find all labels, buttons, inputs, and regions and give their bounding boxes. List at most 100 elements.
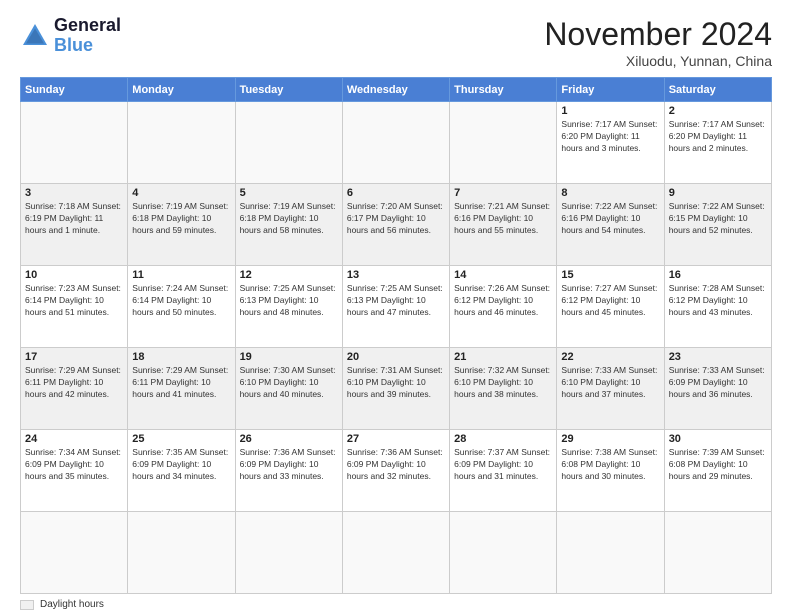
calendar-cell [342,102,449,184]
calendar-cell: 18 Sunrise: 7:29 AM Sunset: 6:11 PM Dayli… [128,348,235,430]
day-number: 19 [240,351,338,363]
day-number: 9 [669,187,767,199]
weekday-header-tuesday: Tuesday [235,78,342,102]
day-info: Sunrise: 7:22 AM Sunset: 6:16 PM Dayligh… [561,201,659,237]
day-number: 17 [25,351,123,363]
calendar-cell: 10Sunrise: 7:23 AM Sunset: 6:14 PM Dayli… [21,266,128,348]
day-number: 28 [454,433,552,445]
calendar-row-1: 1Sunrise: 7:17 AM Sunset: 6:20 PM Daylig… [21,102,772,184]
calendar-row-5: 24 Sunrise: 7:34 AM Sunset: 6:09 PM Dayli… [21,430,772,512]
weekday-header-row: SundayMondayTuesdayWednesdayThursdayFrid… [21,78,772,102]
calendar-cell: 13 Sunrise: 7:25 AM Sunset: 6:13 PM Dayli… [342,266,449,348]
calendar-cell: 29 Sunrise: 7:38 AM Sunset: 6:08 PM Dayli… [557,430,664,512]
day-number: 6 [347,187,445,199]
day-info: Sunrise: 7:35 AM Sunset: 6:09 PM Dayligh… [132,447,230,483]
location: Xiluodu, Yunnan, China [544,53,772,69]
day-number: 4 [132,187,230,199]
day-number: 26 [240,433,338,445]
day-number: 20 [347,351,445,363]
legend-label: Daylight hours [40,599,104,610]
calendar-cell [450,512,557,594]
day-info: Sunrise: 7:19 AM Sunset: 6:18 PM Dayligh… [240,201,338,237]
calendar-cell: 15Sunrise: 7:27 AM Sunset: 6:12 PM Dayli… [557,266,664,348]
day-info: Sunrise: 7:22 AM Sunset: 6:15 PM Dayligh… [669,201,767,237]
calendar-cell: 12 Sunrise: 7:25 AM Sunset: 6:13 PM Dayli… [235,266,342,348]
day-info: Sunrise: 7:36 AM Sunset: 6:09 PM Dayligh… [347,447,445,483]
day-info: Sunrise: 7:21 AM Sunset: 6:16 PM Dayligh… [454,201,552,237]
day-number: 24 [25,433,123,445]
calendar-cell: 25 Sunrise: 7:35 AM Sunset: 6:09 PM Dayli… [128,430,235,512]
calendar-cell: 1Sunrise: 7:17 AM Sunset: 6:20 PM Daylig… [557,102,664,184]
day-info: Sunrise: 7:28 AM Sunset: 6:12 PM Dayligh… [669,283,767,319]
day-info: Sunrise: 7:36 AM Sunset: 6:09 PM Dayligh… [240,447,338,483]
day-info: Sunrise: 7:31 AM Sunset: 6:10 PM Dayligh… [347,365,445,401]
calendar-cell: 8Sunrise: 7:22 AM Sunset: 6:16 PM Daylig… [557,184,664,266]
day-number: 12 [240,269,338,281]
calendar-cell: 27Sunrise: 7:36 AM Sunset: 6:09 PM Dayli… [342,430,449,512]
day-number: 3 [25,187,123,199]
calendar-cell: 19Sunrise: 7:30 AM Sunset: 6:10 PM Dayli… [235,348,342,430]
calendar-cell: 20 Sunrise: 7:31 AM Sunset: 6:10 PM Dayli… [342,348,449,430]
day-info: Sunrise: 7:38 AM Sunset: 6:08 PM Dayligh… [561,447,659,483]
calendar-cell: 16 Sunrise: 7:28 AM Sunset: 6:12 PM Dayli… [664,266,771,348]
day-info: Sunrise: 7:29 AM Sunset: 6:11 PM Dayligh… [132,365,230,401]
day-info: Sunrise: 7:17 AM Sunset: 6:20 PM Dayligh… [669,119,767,155]
calendar-cell: 21 Sunrise: 7:32 AM Sunset: 6:10 PM Dayli… [450,348,557,430]
logo-text: GeneralBlue [54,16,121,56]
day-info: Sunrise: 7:32 AM Sunset: 6:10 PM Dayligh… [454,365,552,401]
day-info: Sunrise: 7:19 AM Sunset: 6:18 PM Dayligh… [132,201,230,237]
day-number: 16 [669,269,767,281]
weekday-header-thursday: Thursday [450,78,557,102]
calendar-table: SundayMondayTuesdayWednesdayThursdayFrid… [20,77,772,594]
calendar-row-2: 3 Sunrise: 7:18 AM Sunset: 6:19 PM Daylig… [21,184,772,266]
day-number: 15 [561,269,659,281]
header: GeneralBlue November 2024 Xiluodu, Yunna… [20,16,772,69]
day-info: Sunrise: 7:26 AM Sunset: 6:12 PM Dayligh… [454,283,552,319]
day-number: 25 [132,433,230,445]
day-info: Sunrise: 7:29 AM Sunset: 6:11 PM Dayligh… [25,365,123,401]
day-info: Sunrise: 7:18 AM Sunset: 6:19 PM Dayligh… [25,201,123,237]
day-number: 30 [669,433,767,445]
title-block: November 2024 Xiluodu, Yunnan, China [544,16,772,69]
day-info: Sunrise: 7:33 AM Sunset: 6:10 PM Dayligh… [561,365,659,401]
day-info: Sunrise: 7:39 AM Sunset: 6:08 PM Dayligh… [669,447,767,483]
calendar-cell [128,102,235,184]
day-info: Sunrise: 7:17 AM Sunset: 6:20 PM Dayligh… [561,119,659,155]
calendar-cell: 4 Sunrise: 7:19 AM Sunset: 6:18 PM Daylig… [128,184,235,266]
calendar-cell: 28Sunrise: 7:37 AM Sunset: 6:09 PM Dayli… [450,430,557,512]
calendar-cell: 5 Sunrise: 7:19 AM Sunset: 6:18 PM Daylig… [235,184,342,266]
calendar-cell [128,512,235,594]
day-number: 5 [240,187,338,199]
day-number: 13 [347,269,445,281]
calendar-cell [21,512,128,594]
day-number: 23 [669,351,767,363]
calendar-cell: 26 Sunrise: 7:36 AM Sunset: 6:09 PM Dayli… [235,430,342,512]
calendar-cell: 7Sunrise: 7:21 AM Sunset: 6:16 PM Daylig… [450,184,557,266]
day-number: 2 [669,105,767,117]
day-info: Sunrise: 7:34 AM Sunset: 6:09 PM Dayligh… [25,447,123,483]
weekday-header-wednesday: Wednesday [342,78,449,102]
month-title: November 2024 [544,16,772,53]
logo: GeneralBlue [20,16,121,56]
calendar-cell [664,512,771,594]
legend-box [20,600,34,610]
day-number: 21 [454,351,552,363]
day-number: 10 [25,269,123,281]
calendar-cell [557,512,664,594]
calendar-cell: 14Sunrise: 7:26 AM Sunset: 6:12 PM Dayli… [450,266,557,348]
calendar-cell: 24 Sunrise: 7:34 AM Sunset: 6:09 PM Dayli… [21,430,128,512]
day-number: 18 [132,351,230,363]
calendar-cell: 11Sunrise: 7:24 AM Sunset: 6:14 PM Dayli… [128,266,235,348]
calendar-cell: 17 Sunrise: 7:29 AM Sunset: 6:11 PM Dayli… [21,348,128,430]
logo-icon [20,21,50,51]
day-info: Sunrise: 7:24 AM Sunset: 6:14 PM Dayligh… [132,283,230,319]
day-info: Sunrise: 7:25 AM Sunset: 6:13 PM Dayligh… [240,283,338,319]
calendar-cell: 30 Sunrise: 7:39 AM Sunset: 6:08 PM Dayli… [664,430,771,512]
legend: Daylight hours [20,599,772,610]
calendar-cell [342,512,449,594]
day-number: 29 [561,433,659,445]
calendar-cell [450,102,557,184]
weekday-header-saturday: Saturday [664,78,771,102]
calendar-cell: 9 Sunrise: 7:22 AM Sunset: 6:15 PM Daylig… [664,184,771,266]
day-info: Sunrise: 7:25 AM Sunset: 6:13 PM Dayligh… [347,283,445,319]
